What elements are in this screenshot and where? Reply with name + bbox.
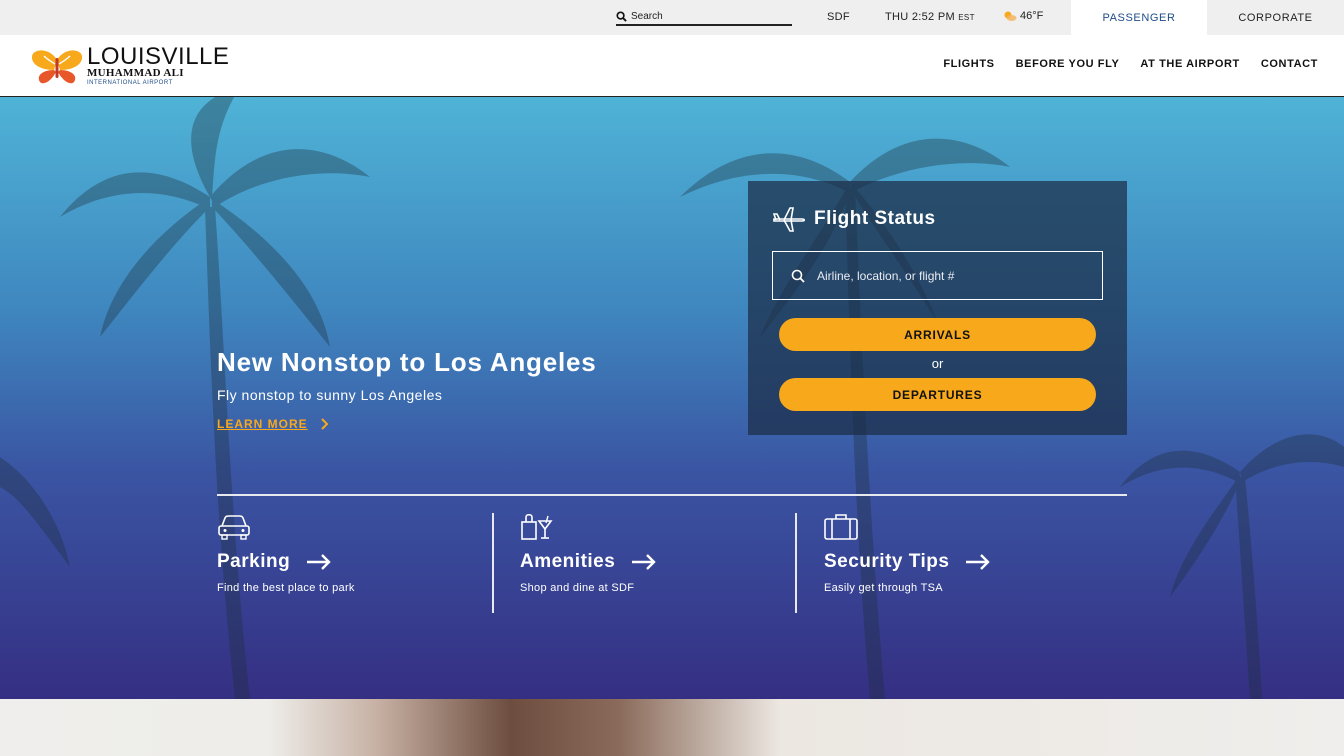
amenities-title: Amenities — [520, 551, 772, 573]
suitcase-icon — [824, 514, 858, 540]
amenities-card[interactable]: Amenities Shop and dine at SDF — [492, 513, 772, 613]
arrivals-button[interactable]: ARRIVALS — [779, 318, 1096, 351]
learn-more-label: LEARN MORE — [217, 417, 308, 431]
learn-more-link[interactable]: LEARN MORE — [217, 417, 330, 431]
shopping-drink-icon — [521, 513, 553, 540]
parking-title-text: Parking — [217, 551, 291, 572]
logo-text: LOUISVILLE MUHAMMAD ALI INTERNATIONAL AI… — [87, 43, 230, 87]
nav-contact[interactable]: CONTACT — [1261, 58, 1318, 70]
partly-cloudy-icon — [1004, 11, 1017, 21]
arrow-right-icon — [307, 554, 331, 570]
flight-search-input[interactable] — [817, 268, 1087, 283]
amenities-title-text: Amenities — [520, 551, 616, 572]
parking-card[interactable]: Parking Find the best place to park — [217, 513, 497, 613]
logo-line-1: LOUISVILLE — [87, 43, 230, 70]
parking-title: Parking — [217, 551, 497, 573]
main-nav: FLIGHTS BEFORE YOU FLY AT THE AIRPORT CO… — [943, 58, 1318, 70]
flight-status-panel: Flight Status ARRIVALS or DEPARTURES — [748, 181, 1127, 435]
flight-search-field[interactable] — [772, 251, 1103, 300]
butterfly-logo-icon — [31, 49, 83, 83]
airplane-icon — [772, 207, 806, 232]
security-tips-title-text: Security Tips — [824, 551, 950, 572]
parking-subtitle: Find the best place to park — [217, 582, 355, 594]
site-search[interactable] — [616, 8, 792, 26]
arrow-right-icon — [632, 554, 657, 570]
security-tips-subtitle: Easily get through TSA — [824, 582, 943, 594]
next-section-photo — [0, 699, 1344, 756]
datetime-text: THU 2:52 PM — [885, 11, 955, 23]
datetime: THU 2:52 PM EST — [885, 11, 975, 23]
search-icon — [791, 269, 805, 283]
nav-before-you-fly[interactable]: BEFORE YOU FLY — [1016, 58, 1120, 70]
tab-passenger[interactable]: PASSENGER — [1071, 0, 1207, 35]
utility-bar: SDF THU 2:52 PM EST 46°F PASSENGER CORPO… — [0, 0, 1344, 35]
tab-corporate[interactable]: CORPORATE — [1207, 0, 1344, 35]
hero-title: New Nonstop to Los Angeles — [217, 347, 597, 377]
security-tips-title: Security Tips — [824, 551, 1075, 573]
or-separator: or — [931, 356, 944, 371]
arrow-right-icon — [966, 554, 991, 570]
hero-divider — [217, 494, 1127, 496]
car-icon — [218, 515, 250, 540]
hero-subtitle: Fly nonstop to sunny Los Angeles — [217, 387, 443, 403]
departures-button[interactable]: DEPARTURES — [779, 378, 1096, 411]
nav-at-the-airport[interactable]: AT THE AIRPORT — [1140, 58, 1239, 70]
flight-status-title: Flight Status — [814, 208, 936, 229]
site-header: LOUISVILLE MUHAMMAD ALI INTERNATIONAL AI… — [0, 35, 1344, 97]
security-tips-card[interactable]: Security Tips Easily get through TSA — [795, 513, 1075, 613]
timezone: EST — [958, 13, 975, 22]
search-icon — [616, 10, 627, 22]
logo-line-3: INTERNATIONAL AIRPORT — [87, 80, 173, 86]
airport-logo[interactable]: LOUISVILLE MUHAMMAD ALI INTERNATIONAL AI… — [30, 45, 229, 86]
hero-banner: New Nonstop to Los Angeles Fly nonstop t… — [0, 97, 1344, 699]
nav-flights[interactable]: FLIGHTS — [943, 58, 994, 70]
airport-code: SDF — [827, 11, 850, 23]
chevron-right-icon — [320, 418, 329, 430]
flight-status-heading: Flight Status — [772, 205, 936, 233]
amenities-subtitle: Shop and dine at SDF — [520, 582, 635, 594]
temperature: 46°F — [1020, 10, 1044, 22]
search-input[interactable] — [631, 10, 781, 22]
weather-widget[interactable]: 46°F — [1003, 10, 1043, 22]
